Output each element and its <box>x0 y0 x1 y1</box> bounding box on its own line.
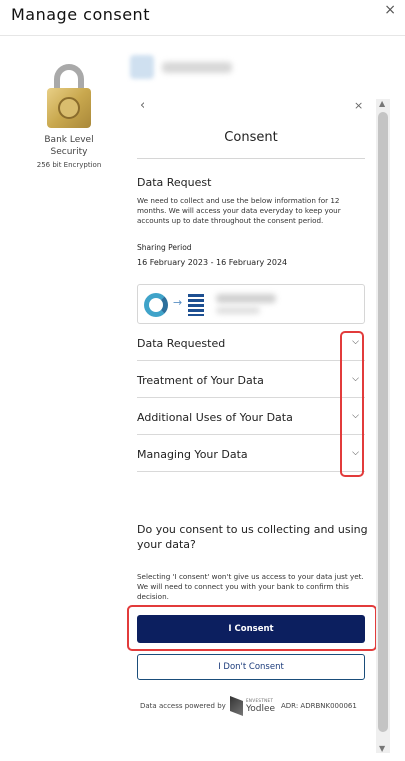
bank-header-redacted <box>130 55 240 81</box>
consent-note: Selecting 'I consent' won't give us acce… <box>137 572 364 601</box>
accordion-data-requested[interactable]: Data Requested ⌵ <box>137 324 365 361</box>
modal-header: Manage consent × <box>0 0 405 36</box>
scrollbar[interactable]: ▲ ▼ <box>376 99 390 753</box>
accordion-label: Additional Uses of Your Data <box>137 411 293 424</box>
accordion-label: Treatment of Your Data <box>137 374 264 387</box>
sharing-period-label: Sharing Period <box>137 243 192 252</box>
accordion-additional-uses[interactable]: Additional Uses of Your Data ⌵ <box>137 398 365 435</box>
provider-logo-icon <box>144 293 168 317</box>
modal-title: Manage consent <box>11 5 150 24</box>
data-request-title: Data Request <box>137 176 212 189</box>
accordion-treatment-of-data[interactable]: Treatment of Your Data ⌵ <box>137 361 365 398</box>
scrollbar-thumb[interactable] <box>378 112 388 732</box>
chevron-down-icon[interactable]: ⌵ <box>352 337 359 347</box>
close-icon[interactable]: × <box>384 2 396 18</box>
chevron-down-icon[interactable]: ⌵ <box>352 448 359 458</box>
security-badge: Bank Level Security 256 bit Encryption <box>30 64 108 169</box>
bank-logo-icon <box>188 294 204 316</box>
scroll-down-icon[interactable]: ▼ <box>379 744 385 753</box>
padlock-icon <box>30 64 108 128</box>
accordion-managing-data[interactable]: Managing Your Data ⌵ <box>137 435 365 472</box>
security-title: Bank Level Security <box>44 135 94 157</box>
accordion-label: Data Requested <box>137 337 226 350</box>
connection-card: → <box>137 284 365 324</box>
bank-name-redacted <box>216 294 276 303</box>
panel-close-icon[interactable]: × <box>354 99 363 112</box>
consent-accordion: Data Requested ⌵ Treatment of Your Data … <box>137 324 365 472</box>
yodlee-logo-icon <box>230 696 243 716</box>
bank-logo-icon <box>130 55 154 79</box>
accordion-label: Managing Your Data <box>137 448 248 461</box>
bank-name-redacted <box>162 62 232 73</box>
bank-detail-redacted <box>216 307 260 314</box>
yodlee-tag: ENVESTNET <box>246 698 274 703</box>
data-request-description: We need to collect and use the below inf… <box>137 196 341 225</box>
panel-title: Consent <box>224 130 278 145</box>
scroll-up-icon[interactable]: ▲ <box>379 99 385 108</box>
i-dont-consent-button[interactable]: I Don't Consent <box>137 654 365 680</box>
consent-question: Do you consent to us collecting and usin… <box>137 523 368 551</box>
consent-panel: ‹ × Consent Data Request We need to coll… <box>127 95 377 755</box>
powered-by-footer: Data access powered by ENVESTNET Yodlee … <box>140 696 372 718</box>
i-consent-button[interactable]: I Consent <box>137 615 365 643</box>
chevron-down-icon[interactable]: ⌵ <box>352 374 359 384</box>
arrow-right-icon: → <box>173 296 183 309</box>
sharing-period-value: 16 February 2023 - 16 February 2024 <box>137 258 288 267</box>
chevron-down-icon[interactable]: ⌵ <box>352 411 359 421</box>
yodlee-name: Yodlee <box>246 704 276 714</box>
powered-by-text: Data access powered by <box>140 702 226 710</box>
back-icon[interactable]: ‹ <box>140 98 145 113</box>
security-subtitle: 256 bit Encryption <box>36 161 102 169</box>
adr-number: ADR: ADRBNK000061 <box>281 702 357 710</box>
title-divider <box>137 158 365 159</box>
